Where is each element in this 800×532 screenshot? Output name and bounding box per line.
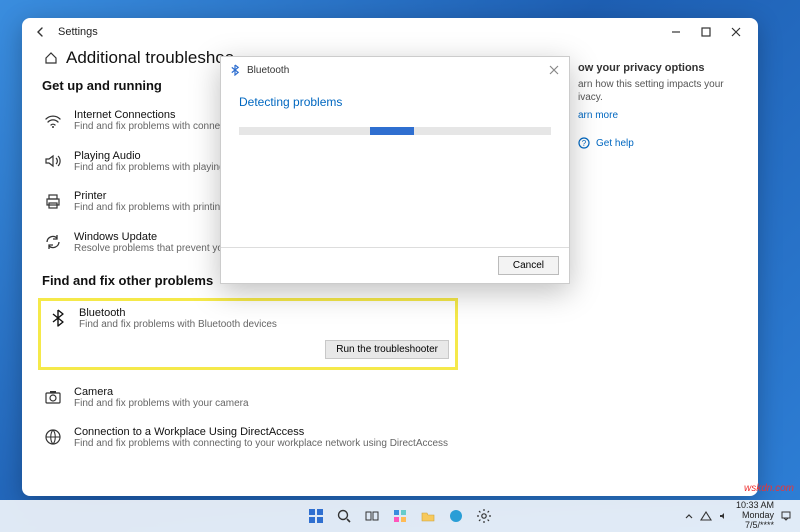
camera-icon: [42, 386, 64, 408]
item-title: Bluetooth: [79, 307, 277, 319]
update-icon: [42, 231, 64, 253]
search-button[interactable]: [334, 506, 354, 526]
home-icon[interactable]: [44, 51, 58, 65]
back-button[interactable]: [34, 25, 48, 39]
titlebar: Settings: [22, 18, 758, 44]
sidebar: ow your privacy options arn how this set…: [568, 44, 738, 486]
volume-tray-icon[interactable]: [718, 510, 730, 522]
item-desc: Find and fix problems with Bluetooth dev…: [79, 319, 277, 332]
taskbar: 10:33 AM Monday 7/5/****: [0, 500, 800, 532]
get-help-link[interactable]: Get help: [596, 138, 634, 149]
troubleshooter-dialog: Bluetooth Detecting problems Cancel: [220, 56, 570, 284]
windows-watermark: Windows 11 Pro Build 21996.co_release.21…: [600, 474, 750, 496]
minimize-button[interactable]: [668, 25, 684, 39]
source-watermark: wskdn.com: [744, 483, 794, 494]
system-tray[interactable]: 10:33 AM Monday 7/5/****: [684, 501, 792, 531]
maximize-button[interactable]: [698, 25, 714, 39]
cancel-button[interactable]: Cancel: [498, 256, 559, 275]
item-title: Printer: [74, 190, 226, 202]
edge-button[interactable]: [446, 506, 466, 526]
settings-taskbar-button[interactable]: [474, 506, 494, 526]
item-desc: Find and fix problems with connecting to…: [74, 438, 448, 451]
item-desc: Find and fix problems with printing: [74, 202, 226, 215]
item-bluetooth-highlighted: BluetoothFind and fix problems with Blue…: [38, 298, 458, 370]
privacy-desc: arn how this setting impacts your ivacy.: [578, 78, 738, 104]
speaker-icon: [42, 150, 64, 172]
widgets-button[interactable]: [390, 506, 410, 526]
clock[interactable]: 10:33 AM Monday 7/5/****: [736, 501, 774, 531]
network-tray-icon[interactable]: [700, 510, 712, 522]
bluetooth-icon: [229, 64, 241, 76]
notifications-button[interactable]: [780, 510, 792, 522]
privacy-title: ow your privacy options: [578, 62, 738, 74]
wifi-icon: [42, 109, 64, 131]
explorer-button[interactable]: [418, 506, 438, 526]
learn-more-link[interactable]: arn more: [578, 110, 618, 121]
help-icon: ?: [578, 137, 590, 149]
dialog-close-button[interactable]: [547, 63, 561, 77]
task-view-button[interactable]: [362, 506, 382, 526]
progress-bar: [239, 127, 551, 135]
item-desc: Find and fix problems with your camera: [74, 398, 249, 411]
bluetooth-icon: [47, 307, 69, 329]
item-title: Camera: [74, 386, 249, 398]
close-button[interactable]: [728, 25, 744, 39]
app-name: Settings: [58, 26, 98, 38]
item-bluetooth[interactable]: BluetoothFind and fix problems with Blue…: [47, 307, 449, 332]
chevron-up-icon[interactable]: [684, 511, 694, 521]
item-directaccess[interactable]: Connection to a Workplace Using DirectAc…: [42, 420, 568, 461]
item-title: Connection to a Workplace Using DirectAc…: [74, 426, 448, 438]
page-title: Additional troubleshoo: [66, 48, 234, 68]
dialog-status: Detecting problems: [239, 95, 551, 109]
svg-text:?: ?: [582, 139, 587, 148]
item-camera[interactable]: CameraFind and fix problems with your ca…: [42, 380, 568, 421]
dialog-title: Bluetooth: [247, 65, 289, 76]
printer-icon: [42, 190, 64, 212]
start-button[interactable]: [306, 506, 326, 526]
network-icon: [42, 426, 64, 448]
run-troubleshooter-button[interactable]: Run the troubleshooter: [325, 340, 449, 359]
